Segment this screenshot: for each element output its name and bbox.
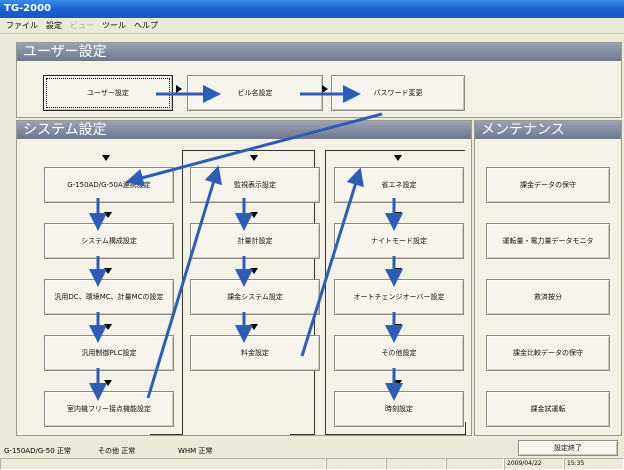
step-arrow-icon [102, 155, 110, 161]
status-whm: WHM 正常 [178, 447, 213, 455]
step-arrow-icon [104, 380, 112, 386]
clock-setting-button[interactable]: 時刻設定 [334, 391, 464, 427]
energy-save-button[interactable]: 省エネ設定 [334, 167, 464, 203]
step-arrow-icon [176, 85, 182, 93]
relief-apportion-button[interactable]: 救済按分 [486, 279, 610, 315]
menu-file[interactable]: ファイル [2, 20, 42, 31]
column-divider-right2 [325, 150, 326, 434]
menu-help[interactable]: ヘルプ [130, 20, 162, 31]
system-config-button[interactable]: システム構成設定 [44, 223, 174, 259]
step-arrow-icon [322, 85, 328, 93]
billing-compare-button[interactable]: 課金比較データの保守 [486, 335, 610, 371]
column-divider-bottom-right [290, 434, 315, 435]
step-arrow-icon [394, 324, 402, 330]
indoor-contact-setting-button[interactable]: 室内機フリー接点機能設定 [44, 391, 174, 427]
billing-system-button[interactable]: 課金システム設定 [190, 279, 320, 315]
step-arrow-icon [250, 268, 258, 274]
column-divider-right2-endcap [465, 422, 466, 435]
status-time: 15:35 [564, 458, 624, 470]
billing-test-button[interactable]: 課金試運転 [486, 391, 610, 427]
menu-bar: ファイル 設定 ビュー ツール ヘルプ [0, 18, 624, 34]
night-mode-button[interactable]: ナイトモード設定 [334, 223, 464, 259]
window-title: TG-2000 [0, 0, 624, 18]
menu-tools[interactable]: ツール [98, 20, 130, 31]
end-settings-button[interactable]: 設定終了 [518, 440, 618, 456]
status-other: その他 正常 [98, 447, 136, 455]
billing-data-maintenance-button[interactable]: 課金データの保守 [486, 167, 610, 203]
g150-link-setting-button[interactable]: G-150AD/G-50A連携設定 [44, 167, 174, 203]
step-arrow-icon [104, 212, 112, 218]
column-divider-right2-bottom [325, 434, 465, 435]
plc-setting-button[interactable]: 汎用制御PLC設定 [44, 335, 174, 371]
system-settings-title: システム設定 [17, 121, 471, 139]
step-arrow-icon [394, 212, 402, 218]
meter-setting-button[interactable]: 計量計設定 [190, 223, 320, 259]
status-cell [326, 458, 386, 470]
user-settings-body: ユーザー設定 ビル名設定 パスワード変更 [17, 61, 621, 117]
maintenance-title: メンテナンス [475, 121, 621, 139]
status-cell [386, 458, 446, 470]
step-arrow-icon [394, 380, 402, 386]
step-arrow-icon [250, 155, 258, 161]
status-cell [446, 458, 504, 470]
dc-mc-setting-button[interactable]: 汎用DC、環境MC、計量MCの設定 [44, 279, 174, 315]
column-divider-left [182, 150, 183, 434]
step-arrow-icon [394, 155, 402, 161]
column-divider-bottom-left [150, 434, 183, 435]
user-settings-title: ユーザー設定 [17, 43, 621, 61]
user-settings-button[interactable]: ユーザー設定 [43, 75, 173, 111]
step-arrow-icon [104, 268, 112, 274]
step-arrow-icon [250, 324, 258, 330]
column-divider-left-top [182, 150, 314, 151]
column-divider-right2-top [325, 150, 465, 151]
step-arrow-icon [104, 324, 112, 330]
rate-setting-button[interactable]: 料金設定 [190, 335, 320, 371]
status-cell [0, 458, 326, 470]
status-cells: 2009/04/22 15:35 [0, 458, 624, 470]
auto-changeover-button[interactable]: オートチェンジオーバー設定 [334, 279, 464, 315]
other-setting-button[interactable]: その他設定 [334, 335, 464, 371]
step-arrow-icon [250, 212, 258, 218]
monitor-display-button[interactable]: 監視表示設定 [190, 167, 320, 203]
user-settings-panel: ユーザー設定 ユーザー設定 ビル名設定 パスワード変更 [16, 42, 622, 118]
building-name-button[interactable]: ビル名設定 [187, 75, 323, 111]
step-arrow-icon [394, 268, 402, 274]
energy-monitor-button[interactable]: 運転量・電力量データモニタ [486, 223, 610, 259]
menu-settings[interactable]: 設定 [42, 20, 66, 31]
status-date: 2009/04/22 [504, 458, 564, 470]
status-g150: G-150AD/G-50 正常 [4, 447, 71, 455]
menu-view[interactable]: ビュー [66, 20, 98, 31]
password-change-button[interactable]: パスワード変更 [331, 75, 465, 111]
